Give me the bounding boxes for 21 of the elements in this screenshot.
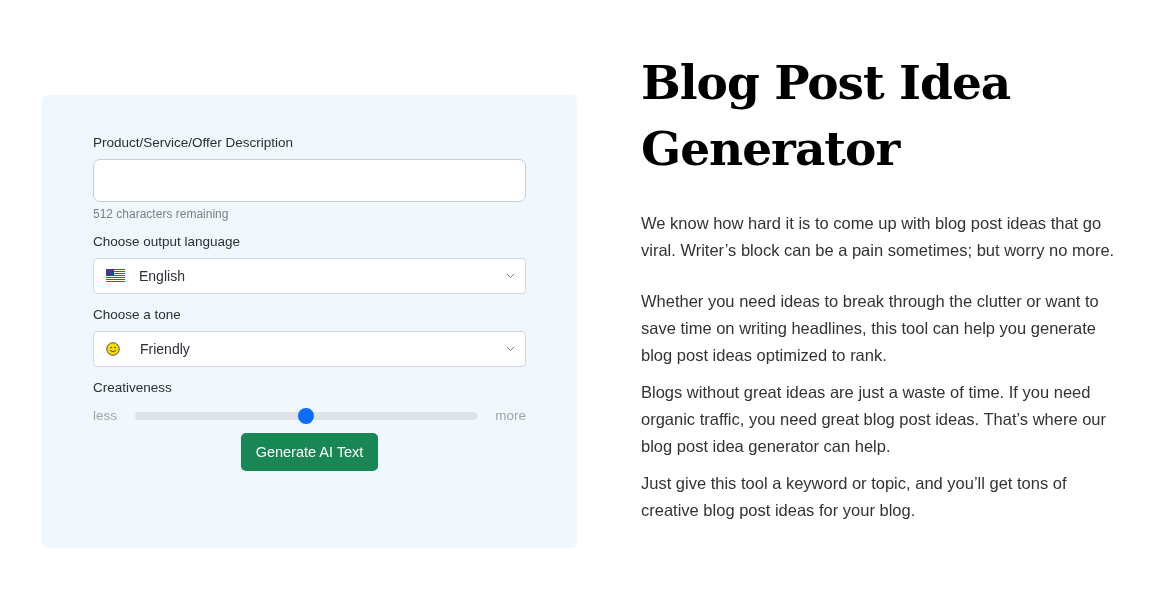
chevron-down-icon bbox=[506, 346, 515, 352]
page-title: Blog Post Idea Generator bbox=[641, 54, 1012, 178]
paragraph: Blogs without great ideas are just a waste of time. If you need organic traffic, you need great blog post ideas. That’s where our blog post idea generator can help. bbox=[641, 382, 1108, 457]
paragraph: We know how hard it is to come up with blog post ideas that go viral. Writer’s block can be a pain sometimes; but worry no more. bbox=[641, 213, 1116, 261]
character-count: 512 characters remaining bbox=[93, 207, 230, 221]
paragraph: Whether you need ideas to break through the clutter or want to save time on writing headlines, this tool can help you generate blog post ideas optimized to rank. bbox=[641, 291, 1100, 366]
slider-min-label: less bbox=[93, 408, 117, 423]
field-label: Choose a tone bbox=[93, 307, 182, 322]
generate-button[interactable]: Generate AI Text bbox=[240, 433, 379, 471]
paragraph: Just give this tool a keyword or topic, and you’ll get tons of creative blog post ideas for your blog. bbox=[641, 473, 1068, 521]
slider-max-label: more bbox=[495, 408, 526, 423]
language-select[interactable]: English bbox=[93, 258, 526, 294]
smiley-icon bbox=[106, 342, 120, 356]
chevron-down-icon bbox=[506, 273, 515, 279]
tone-select[interactable]: Friendly bbox=[93, 331, 526, 367]
slider-thumb[interactable] bbox=[298, 407, 315, 424]
field-label: Product/Service/Offer Description bbox=[93, 135, 295, 150]
field-label: Creativeness bbox=[93, 380, 173, 395]
flag-icon bbox=[106, 269, 125, 283]
field-label: Choose output language bbox=[93, 234, 242, 249]
input-field[interactable] bbox=[93, 159, 526, 202]
